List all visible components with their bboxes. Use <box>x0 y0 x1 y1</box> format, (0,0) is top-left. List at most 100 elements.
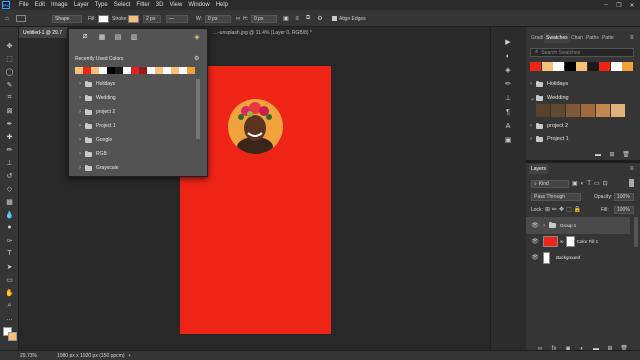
gradient-tool-icon[interactable]: ▦ <box>3 197 16 206</box>
popup-scrollbar[interactable] <box>196 79 200 139</box>
healing-brush-icon[interactable]: ✚ <box>3 132 16 141</box>
hand-tool-icon[interactable]: ✋ <box>3 288 16 297</box>
swatch-search-input[interactable]: ⌕ Search Swatches <box>530 48 634 57</box>
width-input[interactable]: 0 px <box>205 14 231 23</box>
recent-swatch[interactable] <box>530 62 541 71</box>
dodge-tool-icon[interactable]: ● <box>3 223 16 232</box>
visibility-eye-icon[interactable]: 👁 <box>531 222 539 229</box>
menu-layer[interactable]: Layer <box>74 2 89 8</box>
height-input[interactable]: 0 px <box>251 14 277 23</box>
layers-scrollbar[interactable] <box>634 217 638 247</box>
tab-untitled-1[interactable]: Untitled-1 @ 29.7 <box>19 27 67 38</box>
recent-swatch[interactable] <box>576 62 587 71</box>
wedding-swatch[interactable] <box>566 104 580 117</box>
menu-file[interactable]: File <box>19 2 29 8</box>
wedding-swatch[interactable] <box>551 104 565 117</box>
popup-group-google[interactable]: › Google <box>79 135 194 145</box>
recent-swatch[interactable] <box>610 62 622 71</box>
tab-swatches[interactable]: Swatches <box>544 33 570 43</box>
frame-tool-icon[interactable]: ⊠ <box>3 106 16 115</box>
recent-color-swatch[interactable] <box>163 67 171 74</box>
menu-3d[interactable]: 3D <box>156 2 164 8</box>
close-button[interactable]: ✕ <box>626 0 638 10</box>
filter-toggle[interactable] <box>629 179 634 187</box>
recent-color-swatch[interactable] <box>75 67 83 74</box>
play-icon[interactable]: ▶ <box>501 37 515 47</box>
type-tool-icon[interactable]: T <box>3 249 16 258</box>
brush-tool-icon[interactable]: ✏ <box>3 145 16 154</box>
recent-swatch[interactable] <box>564 62 576 71</box>
eyedropper-icon[interactable]: ✒ <box>3 119 16 128</box>
gear-icon[interactable]: ⚙ <box>316 14 324 23</box>
portrait-image[interactable] <box>228 99 283 154</box>
pattern-icon[interactable]: ▥ <box>128 32 140 42</box>
solid-color-icon[interactable]: ▦ <box>96 32 108 42</box>
tab-layers[interactable]: Layers <box>529 164 549 174</box>
tab-paths[interactable]: Paths <box>584 33 601 43</box>
adjust-icon[interactable]: ◐ <box>501 51 515 61</box>
menu-type[interactable]: Type <box>95 2 108 8</box>
recent-color-swatch[interactable] <box>179 67 187 74</box>
eraser-icon[interactable]: ◇ <box>3 184 16 193</box>
crop-tool-icon[interactable]: ⌗ <box>3 93 16 102</box>
recent-color-swatch[interactable] <box>91 67 99 74</box>
popup-group-grayscale[interactable]: › Grayscale <box>79 163 194 173</box>
blur-tool-icon[interactable]: 💧 <box>3 210 16 219</box>
path-align-icon[interactable]: ≡ <box>293 14 301 23</box>
popup-group-project-1[interactable]: › Project 1 <box>79 121 194 131</box>
tab-gradients[interactable]: Gradi <box>529 33 545 43</box>
visibility-eye-icon[interactable]: 👁 <box>531 254 539 261</box>
menu-filter[interactable]: Filter <box>136 2 149 8</box>
menu-select[interactable]: Select <box>114 2 131 8</box>
gradient-icon[interactable]: ▤ <box>112 32 124 42</box>
recent-swatch[interactable] <box>553 62 564 71</box>
clone-icon[interactable]: ⊥ <box>501 93 515 103</box>
align-edges-checkbox[interactable]: Align Edges <box>332 14 366 23</box>
layer-filter-icons[interactable]: ▣◐T▭⊡ <box>572 180 611 187</box>
paragraph-icon[interactable]: ¶ <box>501 107 515 117</box>
new-group-icon[interactable]: ▬ <box>594 151 602 158</box>
new-swatch-icon[interactable]: ⊞ <box>608 151 616 158</box>
blend-mode-select[interactable]: Pass Through <box>531 193 581 201</box>
menu-window[interactable]: Window <box>188 2 209 8</box>
character-icon[interactable]: A <box>501 121 515 131</box>
recent-color-swatch[interactable] <box>123 67 131 74</box>
recent-color-swatch[interactable] <box>171 67 179 74</box>
swatch-group-project-2[interactable]: › project 2 <box>530 121 568 131</box>
move-tool-icon[interactable]: ✥ <box>3 41 16 50</box>
menu-view[interactable]: View <box>169 2 182 8</box>
rectangle-tool-icon[interactable]: ▭ <box>3 275 16 284</box>
recent-color-swatch[interactable] <box>147 67 155 74</box>
wedding-swatch[interactable] <box>581 104 595 117</box>
path-select-icon[interactable]: ➤ <box>3 262 16 271</box>
pen-tool-icon[interactable]: ✑ <box>3 236 16 245</box>
menu-help[interactable]: Help <box>216 2 228 8</box>
zoom-level[interactable]: 29.73% <box>20 353 37 359</box>
fill-opacity-input[interactable]: 100% <box>614 206 634 214</box>
recent-swatch[interactable] <box>587 62 599 71</box>
tab-channels[interactable]: Chan <box>569 33 585 43</box>
no-color-icon[interactable]: ⧄ <box>79 32 91 42</box>
tool-preset-icon[interactable] <box>16 14 26 23</box>
recent-color-swatch[interactable] <box>107 67 115 74</box>
stroke-width-select[interactable]: 2 px <box>143 14 161 23</box>
lock-icons[interactable]: ⊞✏✥⬚🔒 <box>545 206 583 213</box>
info-chevron-icon[interactable]: › <box>129 353 131 359</box>
fill-swatch[interactable] <box>98 14 109 23</box>
background-color-swatch[interactable] <box>8 332 17 341</box>
stroke-type-select[interactable]: — <box>166 14 188 23</box>
quick-select-icon[interactable]: ✎ <box>3 80 16 89</box>
opacity-input[interactable]: 100% <box>614 193 634 201</box>
recent-color-swatch[interactable] <box>115 67 123 74</box>
layer-color-fill-1[interactable]: 👁 ∞ Color Fill 1 <box>526 233 630 250</box>
swatch-group-holidays[interactable]: › Holidays <box>530 79 568 89</box>
recent-color-swatch[interactable] <box>99 67 107 74</box>
color-picker-icon[interactable]: ◈ <box>501 65 515 75</box>
minimize-button[interactable]: – <box>600 0 612 10</box>
layers-menu-icon[interactable]: ≡ <box>630 166 634 172</box>
home-icon[interactable]: ⌂ <box>3 14 11 23</box>
swatch-group-wedding[interactable]: ⌄ Wedding <box>530 93 569 103</box>
wedding-swatch[interactable] <box>596 104 610 117</box>
tab-patterns[interactable]: Patte <box>600 33 616 43</box>
menu-image[interactable]: Image <box>51 2 68 8</box>
